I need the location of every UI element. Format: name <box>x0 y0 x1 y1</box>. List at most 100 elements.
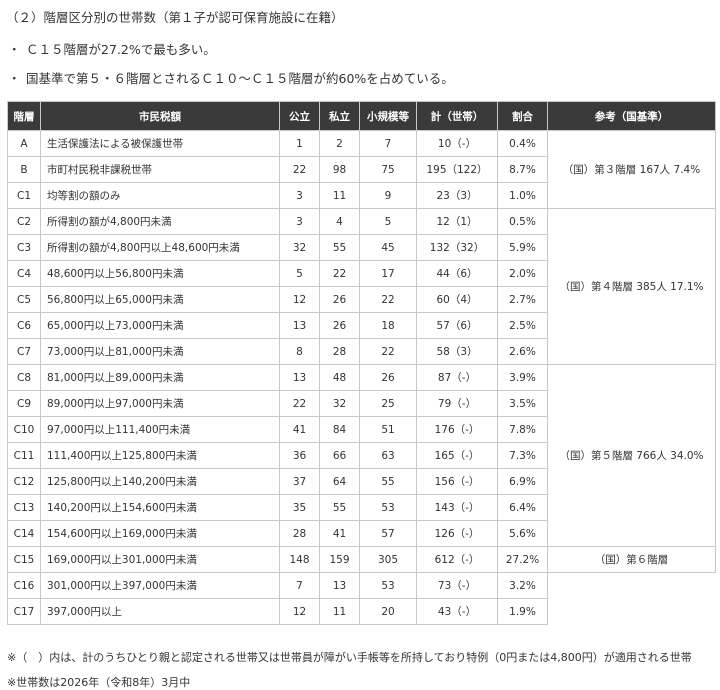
bullet-text: Ｃ１５階層が27.2%で最も多い。 <box>26 42 216 57</box>
cell-tax-amount: 65,000円以上73,000円未満 <box>40 312 280 339</box>
cell-tax-amount: 301,000円以上397,000円未満 <box>40 572 280 599</box>
cell-tax-amount: 73,000円以上81,000円未満 <box>40 338 280 365</box>
cell-ratio: 1.0% <box>497 182 548 209</box>
cell-tier: C5 <box>7 286 41 313</box>
cell-private: 55 <box>319 234 360 261</box>
cell-reference: （国）第３階層 167人 7.4% <box>547 130 716 209</box>
cell-ratio: 8.7% <box>497 156 548 183</box>
cell-small: 25 <box>359 390 417 417</box>
cell-private: 11 <box>319 182 360 209</box>
cell-private: 13 <box>319 572 360 599</box>
cell-tier: C13 <box>7 494 41 521</box>
cell-private: 26 <box>319 286 360 313</box>
cell-ratio: 5.9% <box>497 234 548 261</box>
cell-total: 126（-） <box>416 520 498 547</box>
cell-tax-amount: 市町村民税非課税世帯 <box>40 156 280 183</box>
cell-tax-amount: 生活保護法による被保護世帯 <box>40 130 280 157</box>
cell-private: 11 <box>319 598 360 625</box>
household-table: 階層 市民税額 公立 私立 小規模等 計（世帯） 割合 参考（国基準） A 生活保… <box>7 101 716 625</box>
cell-tax-amount: 169,000円以上301,000円未満 <box>40 546 280 573</box>
cell-tax-amount: 397,000円以上 <box>40 598 280 625</box>
cell-total: 43（-） <box>416 598 498 625</box>
cell-ratio: 5.6% <box>497 520 548 547</box>
cell-total: 23（3） <box>416 182 498 209</box>
cell-public: 13 <box>279 364 320 391</box>
cell-tier: A <box>7 130 41 157</box>
cell-small: 5 <box>359 208 417 235</box>
col-header-tax: 市民税額 <box>40 101 280 131</box>
cell-private: 41 <box>319 520 360 547</box>
section-heading: （２）階層区分別の世帯数（第１子が認可保育施設に在籍） <box>6 10 344 25</box>
cell-small: 57 <box>359 520 417 547</box>
cell-public: 22 <box>279 390 320 417</box>
cell-ratio: 0.5% <box>497 208 548 235</box>
cell-ratio: 27.2% <box>497 546 548 573</box>
cell-tax-amount: 所得割の額が4,800円以上48,600円未満 <box>40 234 280 261</box>
cell-tier: C12 <box>7 468 41 495</box>
bullet-mark: ・ <box>8 42 21 57</box>
cell-public: 35 <box>279 494 320 521</box>
cell-tax-amount: 所得割の額が4,800円未満 <box>40 208 280 235</box>
col-header-total: 計（世帯） <box>416 101 498 131</box>
cell-small: 18 <box>359 312 417 339</box>
cell-small: 53 <box>359 494 417 521</box>
cell-total: 10（-） <box>416 130 498 157</box>
footnote: ※世帯数は2026年（令和8年）3月中 <box>7 676 191 689</box>
cell-tier: C17 <box>7 598 41 625</box>
cell-ratio: 6.4% <box>497 494 548 521</box>
cell-public: 1 <box>279 130 320 157</box>
cell-private: 66 <box>319 442 360 469</box>
cell-tax-amount: 均等割の額のみ <box>40 182 280 209</box>
table-row: C16 301,000円以上397,000円未満 7 13 53 73（-） 3.2% <box>7 572 716 599</box>
cell-total: 612（-） <box>416 546 498 573</box>
cell-private: 26 <box>319 312 360 339</box>
cell-tier: C10 <box>7 416 41 443</box>
cell-small: 26 <box>359 364 417 391</box>
cell-reference: （国）第６階層 <box>547 546 716 573</box>
cell-total: 132（32） <box>416 234 498 261</box>
cell-private: 22 <box>319 260 360 287</box>
cell-tier: C7 <box>7 338 41 365</box>
cell-public: 28 <box>279 520 320 547</box>
cell-total: 44（6） <box>416 260 498 287</box>
cell-total: 176（-） <box>416 416 498 443</box>
cell-public: 148 <box>279 546 320 573</box>
cell-small: 22 <box>359 286 417 313</box>
cell-ratio: 1.9% <box>497 598 548 625</box>
cell-ratio: 2.0% <box>497 260 548 287</box>
cell-public: 3 <box>279 182 320 209</box>
col-header-reference: 参考（国基準） <box>547 101 716 131</box>
cell-total: 165（-） <box>416 442 498 469</box>
cell-ratio: 7.8% <box>497 416 548 443</box>
col-header-ratio: 割合 <box>497 101 548 131</box>
cell-tier: C15 <box>7 546 41 573</box>
cell-ratio: 3.5% <box>497 390 548 417</box>
col-header-private: 私立 <box>319 101 360 131</box>
cell-total: 60（4） <box>416 286 498 313</box>
cell-public: 41 <box>279 416 320 443</box>
cell-small: 51 <box>359 416 417 443</box>
bullet-item: ・国基準で第５・６階層とされるＣ１０〜Ｃ１５階層が約60%を占めている。 <box>8 68 454 87</box>
cell-tax-amount: 89,000円以上97,000円未満 <box>40 390 280 417</box>
cell-total: 87（-） <box>416 364 498 391</box>
cell-small: 305 <box>359 546 417 573</box>
cell-reference-empty <box>547 572 716 599</box>
cell-small: 17 <box>359 260 417 287</box>
cell-ratio: 7.3% <box>497 442 548 469</box>
table-row: C2 所得割の額が4,800円未満 3 4 5 12（1） 0.5% （国）第４階層 385人… <box>7 208 716 365</box>
cell-private: 64 <box>319 468 360 495</box>
cell-ratio: 2.7% <box>497 286 548 313</box>
cell-ratio: 2.5% <box>497 312 548 339</box>
cell-reference-empty <box>547 598 716 625</box>
table-header-row: 階層 市民税額 公立 私立 小規模等 計（世帯） 割合 参考（国基準） <box>7 101 716 131</box>
cell-small: 63 <box>359 442 417 469</box>
cell-tier: C16 <box>7 572 41 599</box>
cell-tier: B <box>7 156 41 183</box>
table-row: A 生活保護法による被保護世帯 1 2 7 10（-） 0.4% （国）第３階層 167人 7… <box>7 130 716 209</box>
cell-reference: （国）第５階層 766人 34.0% <box>547 364 716 547</box>
col-header-small: 小規模等 <box>359 101 417 131</box>
table-row: C15 169,000円以上301,000円未満 148 159 305 612（-） 27… <box>7 546 716 573</box>
cell-tax-amount: 125,800円以上140,200円未満 <box>40 468 280 495</box>
cell-private: 32 <box>319 390 360 417</box>
footnote: ※（ ）内は、計のうちひとり親と認定される世帯又は世帯員が障がい手帳等を所持して… <box>7 651 692 664</box>
